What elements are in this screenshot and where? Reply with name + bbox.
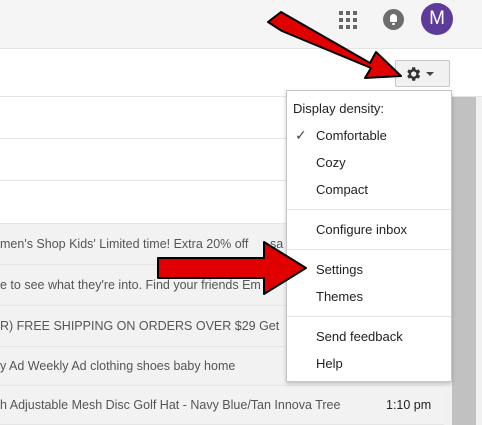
menu-item-cozy[interactable]: Cozy (316, 155, 346, 170)
scrollbar-thumb[interactable] (452, 97, 476, 425)
settings-menu: Display density: ✓ Comfortable Cozy Comp… (286, 90, 452, 382)
email-snippet: men's Shop Kids' Limited time! Extra 20%… (0, 237, 249, 251)
menu-item-themes[interactable]: Themes (316, 289, 363, 304)
menu-divider (287, 316, 451, 317)
menu-item-settings[interactable]: Settings (316, 262, 363, 277)
list-item[interactable]: h Adjustable Mesh Disc Golf Hat - Navy B… (0, 386, 444, 425)
email-snippet-suffix: sa (270, 237, 284, 251)
notifications-icon[interactable] (383, 9, 404, 30)
settings-gear-button[interactable] (395, 60, 450, 87)
menu-divider (287, 249, 451, 250)
menu-item-configure-inbox[interactable]: Configure inbox (316, 222, 407, 237)
menu-item-comfortable[interactable]: Comfortable (316, 128, 387, 143)
email-snippet: R) FREE SHIPPING ON ORDERS OVER $29 Get (0, 319, 280, 333)
menu-item-help[interactable]: Help (316, 356, 343, 371)
avatar[interactable]: M (421, 3, 453, 35)
menu-divider (287, 209, 451, 210)
menu-item-send-feedback[interactable]: Send feedback (316, 329, 403, 344)
email-snippet: h Adjustable Mesh Disc Golf Hat - Navy B… (0, 398, 341, 412)
email-snippet: y Ad Weekly Ad clothing shoes baby home (0, 359, 236, 373)
email-time: 1:10 pm (386, 398, 432, 412)
apps-icon[interactable] (339, 11, 357, 29)
top-bar (0, 0, 482, 49)
checkmark-icon: ✓ (295, 127, 307, 143)
menu-item-compact[interactable]: Compact (316, 182, 368, 197)
display-density-heading: Display density: (293, 101, 385, 116)
chevron-down-icon (426, 72, 434, 76)
gear-icon (407, 67, 421, 81)
email-snippet: e to see what they're into. Find your fr… (0, 278, 261, 292)
